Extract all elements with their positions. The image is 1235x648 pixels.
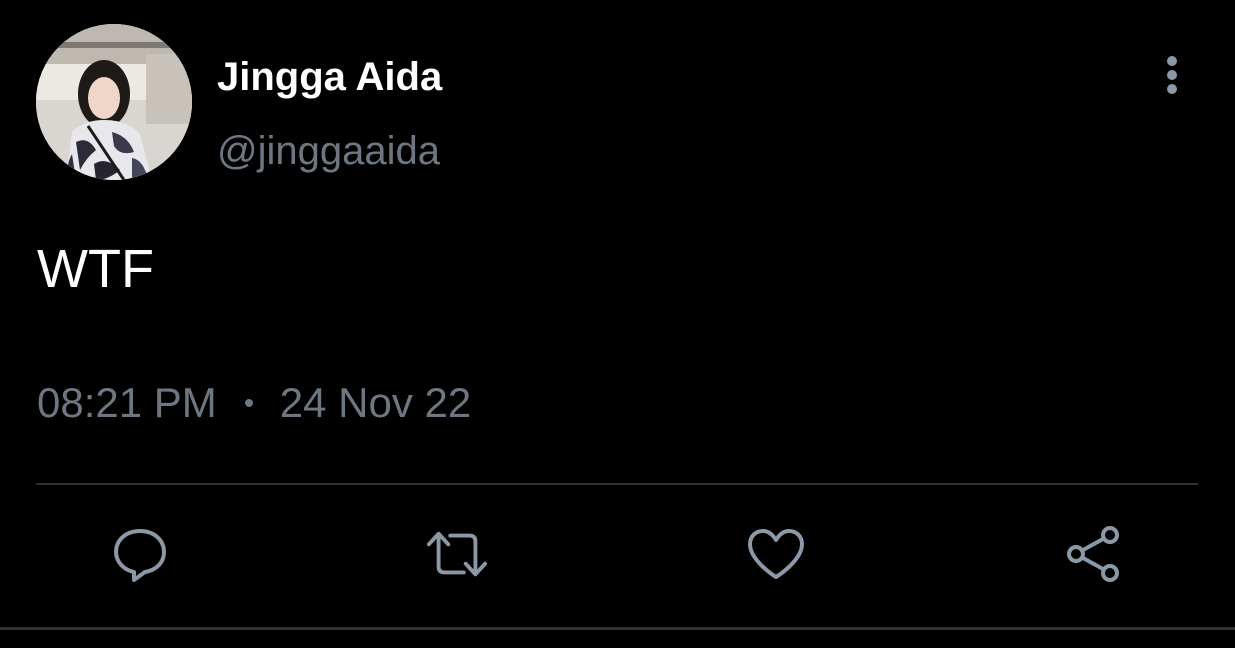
avatar[interactable]	[36, 24, 192, 180]
retweet-arrows-icon	[426, 531, 488, 577]
tweet-time: 08:21 PM	[37, 379, 217, 426]
author-handle[interactable]: @jinggaaida	[217, 126, 440, 176]
speech-bubble-icon	[114, 529, 166, 582]
bottom-divider	[0, 627, 1235, 630]
author-display-name[interactable]: Jingga Aida	[217, 52, 442, 102]
separator-dot	[244, 399, 253, 407]
tweet-text: WTF	[37, 239, 154, 299]
tweet-timestamp: 08:21 PM 24 Nov 22	[37, 377, 471, 429]
reply-button[interactable]	[108, 522, 172, 586]
share-button[interactable]	[1062, 522, 1126, 586]
retweet-button[interactable]	[425, 522, 489, 586]
more-options-button[interactable]	[1150, 52, 1194, 98]
tweet-card: Jingga Aida @jinggaaida WTF 08:21 PM 24 …	[0, 0, 1235, 648]
share-nodes-icon	[1067, 526, 1119, 582]
profile-photo-icon	[36, 24, 192, 180]
vertical-ellipsis-icon	[1167, 56, 1177, 94]
like-button[interactable]	[744, 522, 808, 586]
heart-icon	[748, 529, 804, 579]
divider	[36, 483, 1198, 485]
tweet-date: 24 Nov 22	[279, 379, 472, 426]
